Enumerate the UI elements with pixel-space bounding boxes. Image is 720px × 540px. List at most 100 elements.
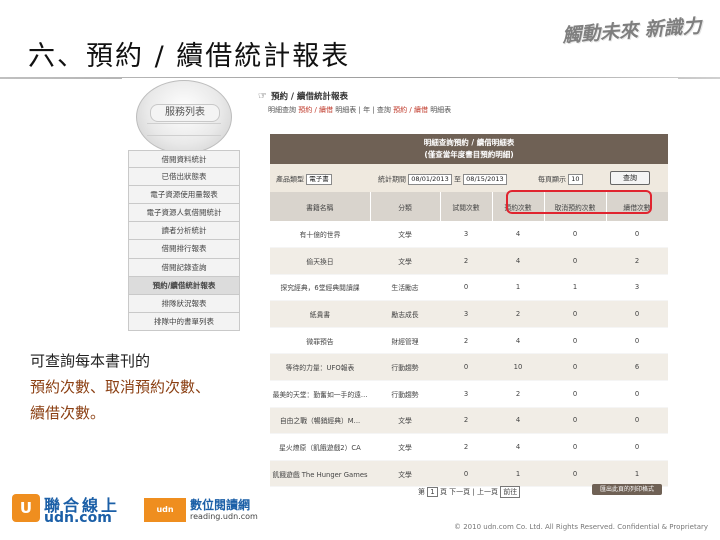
cell-category: 生活勵志 — [370, 274, 440, 302]
highlight-annotation — [506, 190, 652, 214]
copyright-footer: © 2010 udn.com Co. Ltd. All Rights Reser… — [454, 523, 709, 531]
cell-title[interactable]: 紙貴書 — [270, 300, 370, 328]
print-format-button[interactable]: 匯出此頁的列印格式 — [592, 484, 662, 495]
page-size-select[interactable]: 10 — [568, 174, 583, 185]
cell-renew-count: 0 — [606, 380, 668, 408]
cell-reserve-count: 1 — [492, 460, 544, 488]
menu-item-queue-list[interactable]: 排隊中的書單列表 — [128, 312, 240, 331]
table-row: 紙貴書 勵志成長 3 2 0 0 — [270, 300, 668, 328]
cell-cancel-count: 0 — [544, 407, 606, 435]
column-header-category: 分類 — [370, 192, 441, 221]
cell-renew-count: 3 — [606, 274, 668, 302]
pager-nav[interactable]: 頁 下一頁 | 上一頁 — [440, 488, 498, 496]
menu-item-borrow-ranking[interactable]: 借閱排行報表 — [128, 240, 240, 259]
cell-renew-count: 0 — [606, 327, 668, 355]
table-body: 有十億的世界 文學 3 4 0 0 偷天換日 文學 2 4 0 2 探究經典，6堂經典閱讀課 生活勵志 0 1… — [270, 221, 668, 488]
cell-reserve-count: 2 — [492, 380, 544, 408]
menu-item-eresource-usage[interactable]: 電子資源使用量報表 — [128, 186, 240, 205]
brand-slogan: 觸動未來 新識力 — [561, 15, 703, 47]
cell-reserve-count: 4 — [492, 407, 544, 435]
cell-title[interactable]: 星火燎原（飢餓遊戲2）CA — [270, 433, 370, 461]
menu-item-reader-analysis[interactable]: 讀者分析統計 — [128, 222, 240, 241]
menu-item-queue-status[interactable]: 排隊狀況報表 — [128, 294, 240, 313]
cell-title[interactable]: 等待的力量：UFO報表 — [270, 353, 370, 382]
cell-reserve-count: 4 — [492, 327, 544, 355]
cell-renew-count: 1 — [606, 460, 668, 488]
table-row: 偷天換日 文學 2 4 0 2 — [270, 247, 668, 275]
cell-renew-count: 0 — [606, 221, 668, 249]
table-row: 探究經典，6堂經典閱讀課 生活勵志 0 1 1 3 — [270, 274, 668, 302]
page-size-filter: 每頁顯示 10 — [538, 174, 583, 185]
cell-category: 財經管理 — [370, 327, 440, 355]
cell-title[interactable]: 有十億的世界 — [270, 221, 370, 249]
date-to-input[interactable]: 08/15/2013 — [463, 174, 507, 185]
cell-preview-count: 2 — [440, 433, 492, 461]
column-header-title: 書籍名稱 — [270, 192, 371, 221]
report-subtitle: (僅查當年度書目預約明細) — [424, 150, 514, 159]
breadcrumb-link-reserve[interactable]: 預約 / 續借 — [298, 106, 333, 114]
screenshot-panel: 服務列表 借閱資料統計 已借出狀態表 電子資源使用量報表 電子資源人氣借閱統計 … — [122, 78, 678, 510]
udn-url: udn.com — [44, 510, 112, 526]
menu-list: 借閱資料統計 已借出狀態表 電子資源使用量報表 電子資源人氣借閱統計 讀者分析統… — [128, 150, 240, 331]
page-heading-text: 預約 / 續借統計報表 — [270, 92, 348, 102]
cell-title[interactable]: 微罪預告 — [270, 327, 370, 355]
cell-cancel-count: 0 — [544, 221, 606, 249]
statistics-table: 書籍名稱 分類 試閱次數 預約次數 取消預約次數 續借次數 有十億的世界 文學 3 4… — [270, 192, 669, 488]
column-header-preview-count: 試閱次數 — [440, 192, 493, 221]
slide-title: 六、預約 / 續借統計報表 — [28, 41, 351, 72]
date-range-label: 統計期間 — [378, 175, 406, 184]
cell-renew-count: 6 — [606, 353, 668, 382]
filter-row: 產品類型 電子書 統計期間 08/01/2013 至 08/15/2013 每頁… — [270, 164, 668, 192]
note-line-1: 可查詢每本書刊的 — [30, 352, 151, 370]
page-heading: ☞ 預約 / 續借統計報表 — [258, 90, 348, 102]
cell-preview-count: 2 — [440, 327, 492, 355]
product-type-select[interactable]: 電子書 — [306, 174, 332, 185]
pager-goto-select[interactable]: 前往 — [500, 486, 521, 498]
cell-reserve-count: 4 — [492, 433, 544, 461]
cell-category: 行動趨勢 — [370, 353, 440, 382]
report-content: ☞ 預約 / 續借統計報表 明細查詢 預約 / 續借 明細表 | 年 | 查詢 預… — [258, 78, 678, 510]
pager: 第 1 頁 下一頁 | 上一頁 前往 — [418, 486, 521, 498]
date-from-input[interactable]: 08/01/2013 — [408, 174, 452, 185]
breadcrumb-prefix: 明細查詢 — [268, 106, 296, 114]
cell-title[interactable]: 自由之戰（暢銷經典）M... — [270, 407, 370, 435]
pager-page-select[interactable]: 1 — [427, 487, 438, 497]
cell-cancel-count: 0 — [544, 300, 606, 328]
cell-cancel-count: 1 — [544, 274, 606, 302]
cell-renew-count: 0 — [606, 407, 668, 435]
cell-title[interactable]: 飢餓遊戲 The Hunger Games — [270, 460, 370, 488]
breadcrumb-link-renew[interactable]: 預約 / 續借 — [393, 106, 428, 114]
cell-cancel-count: 0 — [544, 353, 606, 382]
cell-cancel-count: 0 — [544, 433, 606, 461]
cell-cancel-count: 0 — [544, 247, 606, 275]
query-button[interactable]: 查詢 — [610, 171, 650, 185]
cell-preview-count: 2 — [440, 247, 492, 275]
cell-category: 文學 — [370, 460, 440, 488]
explanation-note: 可查詢每本書刊的 預約次數、取消預約次數、 續借次數。 — [30, 348, 210, 426]
note-line-3: 續借次數。 — [30, 404, 106, 422]
cell-preview-count: 3 — [440, 221, 492, 249]
product-type-label: 產品類型 — [276, 175, 304, 184]
cell-title[interactable]: 探究經典，6堂經典閱讀課 — [270, 274, 370, 302]
cell-preview-count: 3 — [440, 380, 492, 408]
menu-item-eresource-popular[interactable]: 電子資源人氣借閱統計 — [128, 204, 240, 223]
cell-reserve-count: 4 — [492, 247, 544, 275]
reading-logo-icon: udn — [144, 498, 186, 522]
menu-title: 服務列表 — [150, 104, 220, 122]
menu-item-loaned-status[interactable]: 已借出狀態表 — [128, 168, 240, 187]
date-filter: 統計期間 08/01/2013 至 08/15/2013 — [378, 174, 507, 185]
cell-reserve-count: 2 — [492, 300, 544, 328]
note-line-2: 預約次數、取消預約次數、 — [30, 378, 211, 396]
report-header: 明細查詢預約 / 續借明細表 (僅查當年度書目預約明細) — [270, 134, 668, 164]
menu-item-borrow-records[interactable]: 借閱記錄查詢 — [128, 258, 240, 277]
cell-category: 勵志成長 — [370, 300, 440, 328]
menu-item-borrow-stats[interactable]: 借閱資料統計 — [128, 150, 240, 169]
pager-prefix: 第 — [418, 488, 425, 496]
breadcrumb-mid: 明細表 | 年 | 查詢 — [335, 106, 391, 114]
cell-category: 行動趨勢 — [370, 380, 440, 408]
cell-title[interactable]: 偷天換日 — [270, 247, 370, 275]
report-table-wrapper: 明細查詢預約 / 續借明細表 (僅查當年度書目預約明細) 產品類型 電子書 統計… — [270, 134, 669, 488]
cell-title[interactable]: 最美的天堂：勤奮如一手的遠... — [270, 380, 370, 408]
cell-cancel-count: 0 — [544, 380, 606, 408]
menu-item-reserve-renew[interactable]: 預約/續借統計報表 — [128, 276, 240, 295]
